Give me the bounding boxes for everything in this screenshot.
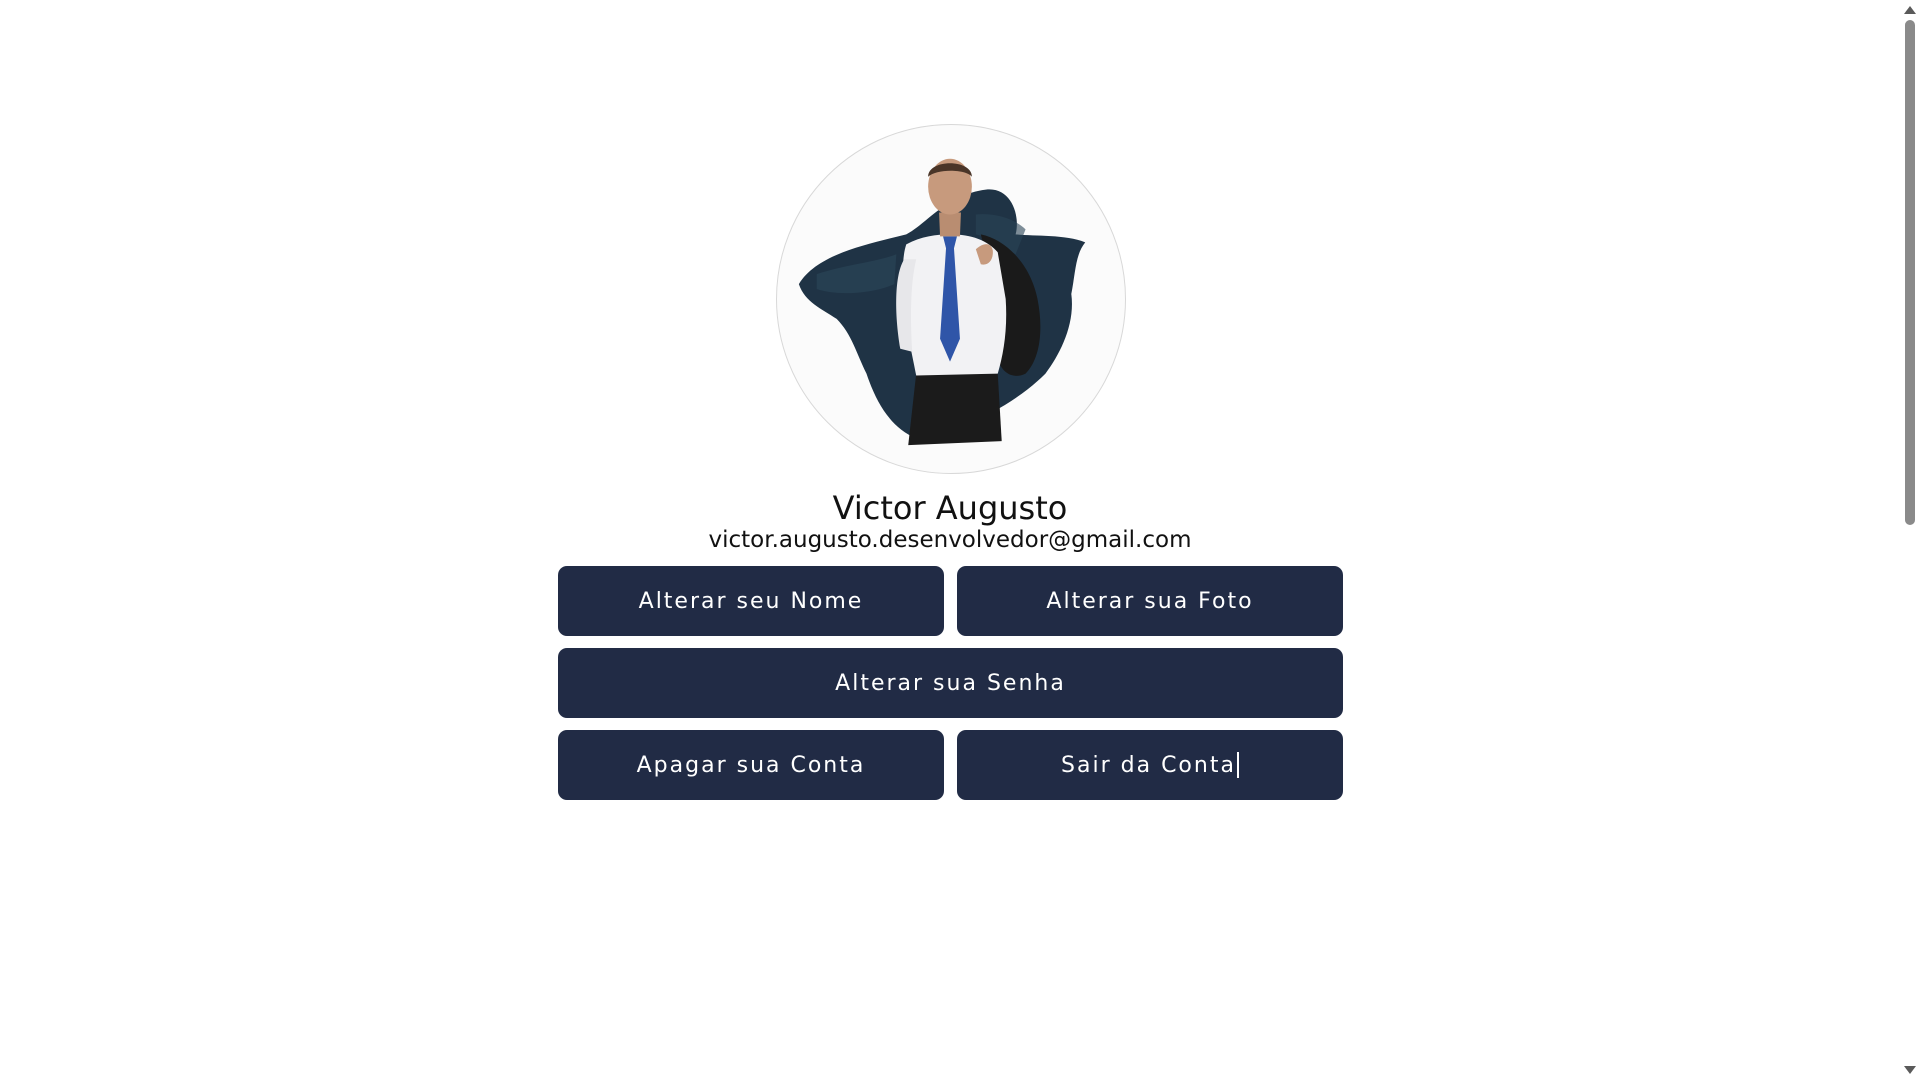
change-name-button[interactable]: Alterar seu Nome bbox=[558, 566, 944, 636]
delete-account-button[interactable]: Apagar sua Conta bbox=[558, 730, 944, 800]
scrollbar-thumb[interactable] bbox=[1905, 20, 1915, 525]
logout-button[interactable]: Sair da Conta bbox=[957, 730, 1343, 800]
avatar bbox=[776, 124, 1126, 474]
change-password-label: Alterar sua Senha bbox=[835, 670, 1066, 696]
arrow-up-icon[interactable] bbox=[1900, 2, 1920, 18]
logout-label: Sair da Conta bbox=[1061, 752, 1236, 778]
profile-name: Victor Augusto bbox=[832, 489, 1068, 527]
change-name-label: Alterar seu Nome bbox=[638, 588, 864, 614]
profile-page: Victor Augusto victor.augusto.desenvolve… bbox=[0, 0, 1920, 1080]
change-photo-button[interactable]: Alterar sua Foto bbox=[957, 566, 1343, 636]
change-password-button[interactable]: Alterar sua Senha bbox=[558, 648, 1343, 718]
delete-account-label: Apagar sua Conta bbox=[636, 752, 866, 778]
profile-content: Victor Augusto victor.augusto.desenvolve… bbox=[0, 0, 1900, 1080]
arrow-down-icon[interactable] bbox=[1900, 1062, 1920, 1078]
profile-email: victor.augusto.desenvolvedor@gmail.com bbox=[708, 527, 1192, 553]
change-photo-label: Alterar sua Foto bbox=[1046, 588, 1254, 614]
vertical-scrollbar[interactable] bbox=[1900, 0, 1920, 1080]
text-caret bbox=[1236, 752, 1239, 778]
profile-photo bbox=[798, 158, 1086, 446]
